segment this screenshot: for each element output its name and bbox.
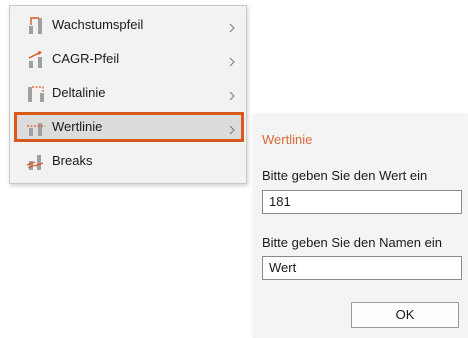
value-field-label: Bitte geben Sie den Wert ein [262, 168, 428, 183]
menu-item-wachstumspfeil[interactable]: Wachstumspfeil [14, 10, 244, 40]
growth-arrow-icon [26, 15, 46, 35]
chevron-right-icon [228, 122, 236, 135]
ok-button[interactable]: OK [351, 302, 459, 328]
name-input[interactable]: Wert [262, 256, 462, 280]
menu-item-label: Deltalinie [52, 85, 106, 100]
delta-line-icon [26, 83, 46, 103]
name-field-label: Bitte geben Sie den Namen ein [262, 235, 442, 250]
menu-item-label: CAGR-Pfeil [52, 51, 120, 66]
menu-item-label: Wertlinie [52, 119, 103, 134]
menu-item-deltalinie[interactable]: Deltalinie [14, 78, 244, 108]
value-line-icon [26, 117, 46, 137]
menu-item-breaks[interactable]: Breaks [14, 146, 244, 176]
screen: Wachstumspfeil CAGR-Pfeil Deltalinie Wer… [0, 0, 468, 338]
chevron-right-icon [228, 88, 236, 101]
context-menu: Wachstumspfeil CAGR-Pfeil Deltalinie Wer… [9, 5, 247, 184]
panel-title: Wertlinie [262, 132, 313, 147]
value-line-panel: Wertlinie Bitte geben Sie den Wert ein 1… [253, 114, 468, 338]
menu-item-label: Breaks [52, 153, 93, 168]
value-input[interactable]: 181 [262, 190, 462, 214]
menu-item-cagr-pfeil[interactable]: CAGR-Pfeil [14, 44, 244, 74]
breaks-icon [26, 151, 46, 171]
cagr-arrow-icon [26, 49, 46, 69]
menu-item-label: Wachstumspfeil [52, 17, 144, 32]
chevron-right-icon [228, 54, 236, 67]
menu-item-wertlinie[interactable]: Wertlinie [14, 112, 244, 142]
chevron-right-icon [228, 20, 236, 33]
